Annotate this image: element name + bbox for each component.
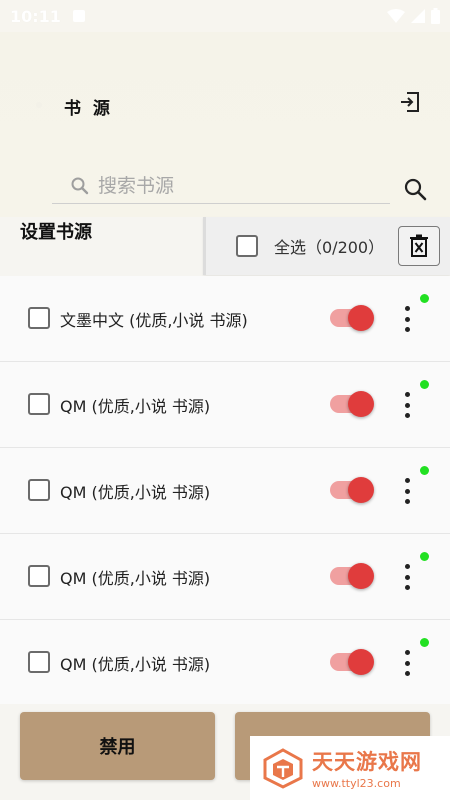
search-field[interactable] (52, 168, 390, 204)
source-name: QM (优质,小说 书源) (60, 655, 211, 674)
search-button[interactable] (400, 174, 430, 204)
list-item[interactable]: QM (优质,小说 书源) (0, 362, 450, 448)
list-item[interactable]: 文墨中文 (优质,小说 书源) (0, 276, 450, 362)
status-icons (387, 8, 440, 24)
enable-switch[interactable] (348, 305, 374, 331)
watermark-name: 天天游戏网 (312, 750, 422, 774)
item-checkbox[interactable] (28, 479, 50, 501)
list-item[interactable]: QM (优质,小说 书源) (0, 534, 450, 620)
item-checkbox[interactable] (28, 565, 50, 587)
more-vertical-icon[interactable] (398, 478, 416, 504)
enable-switch[interactable] (348, 563, 374, 589)
item-checkbox[interactable] (28, 393, 50, 415)
select-all-label: 全选（0/200） (274, 238, 385, 257)
section-label: 设置书源 (20, 222, 92, 243)
source-name: QM (优质,小说 书源) (60, 397, 211, 416)
enable-switch[interactable] (348, 477, 374, 503)
watermark-url: www.ttyl23.com (312, 777, 401, 790)
online-status-dot (420, 638, 429, 647)
online-status-dot (420, 552, 429, 561)
back-icon[interactable] (30, 96, 48, 114)
source-name: 文墨中文 (优质,小说 书源) (60, 311, 248, 330)
online-status-dot (420, 380, 429, 389)
list-item[interactable]: QM (优质,小说 书源) (0, 448, 450, 534)
delete-button[interactable] (398, 226, 440, 266)
watermark: 天天游戏网 www.ttyl23.com (250, 736, 450, 800)
more-vertical-icon[interactable] (398, 650, 416, 676)
online-status-dot (420, 466, 429, 475)
status-time: 10:11 (10, 6, 61, 26)
page-title: 书 源 (64, 99, 113, 119)
enable-switch[interactable] (348, 649, 374, 675)
search-input[interactable] (98, 174, 368, 197)
notification-icon (72, 10, 85, 22)
item-checkbox[interactable] (28, 651, 50, 673)
app-header: 书 源 (0, 32, 450, 217)
wifi-icon (387, 9, 405, 23)
disable-button[interactable]: 禁用 (20, 712, 215, 780)
source-name: QM (优质,小说 书源) (60, 483, 211, 502)
select-all-bar: 全选（0/200） (203, 217, 450, 275)
search-icon (71, 177, 89, 194)
import-button[interactable] (396, 88, 424, 116)
select-all-checkbox[interactable] (236, 235, 258, 257)
more-vertical-icon[interactable] (398, 306, 416, 332)
search-icon (404, 178, 427, 201)
more-vertical-icon[interactable] (398, 392, 416, 418)
source-list: 文墨中文 (优质,小说 书源) QM (优质,小说 书源) QM (优质,小说 … (0, 276, 450, 706)
online-status-dot (420, 294, 429, 303)
source-name: QM (优质,小说 书源) (60, 569, 211, 588)
more-vertical-icon[interactable] (398, 564, 416, 590)
watermark-logo-icon (263, 748, 303, 789)
status-bar: 10:11 (0, 0, 450, 32)
import-icon (401, 92, 419, 112)
enable-switch[interactable] (348, 391, 374, 417)
signal-icon (411, 9, 425, 23)
item-checkbox[interactable] (28, 307, 50, 329)
list-item[interactable]: QM (优质,小说 书源) (0, 620, 450, 706)
watermark-text: 天天游戏网 www.ttyl23.com (312, 746, 422, 790)
battery-icon (431, 8, 440, 24)
delete-icon (410, 234, 428, 257)
